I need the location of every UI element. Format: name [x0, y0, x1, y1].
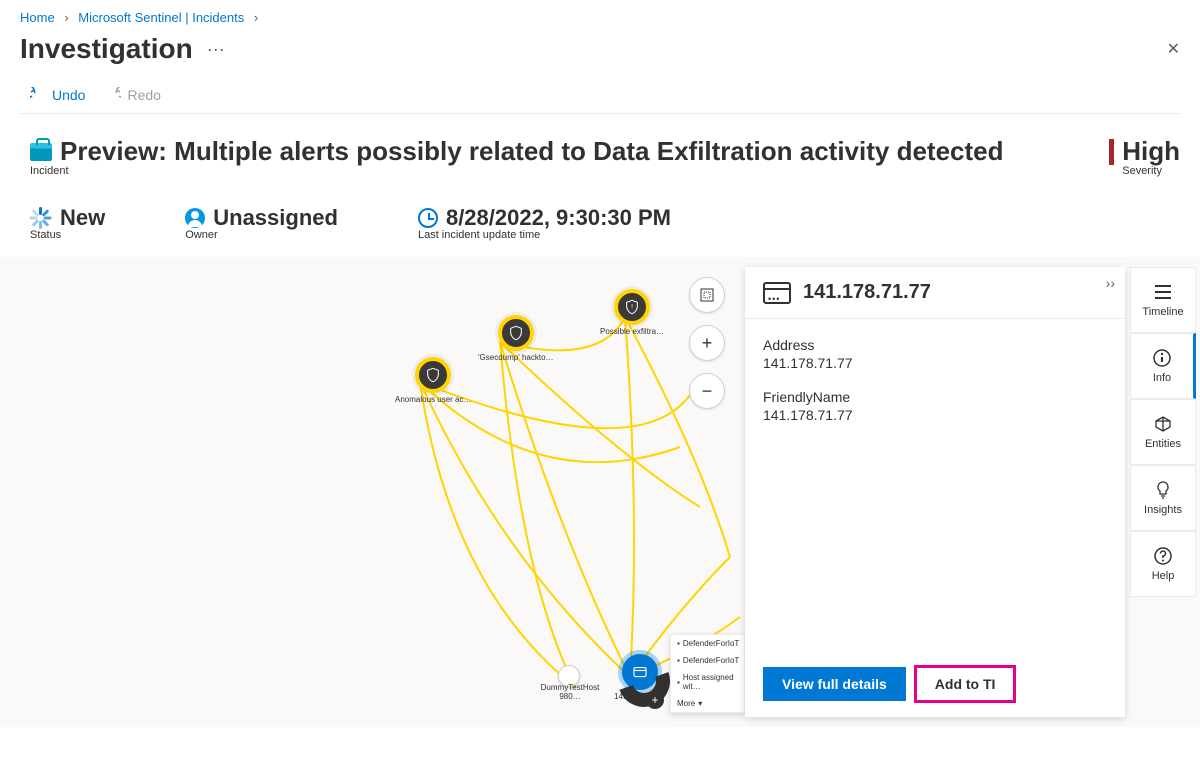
- ip-address-icon: [763, 282, 791, 304]
- zoom-in-button[interactable]: +: [689, 325, 725, 361]
- lightbulb-icon: [1153, 480, 1173, 500]
- context-menu-more[interactable]: More▾: [671, 695, 744, 712]
- context-menu-item[interactable]: ▪DefenderForIoT: [671, 652, 744, 669]
- field-value: 141.178.71.77: [763, 407, 1107, 423]
- severity-indicator: [1109, 139, 1114, 165]
- page-title: Investigation: [20, 33, 193, 65]
- tab-label: Help: [1152, 570, 1175, 582]
- tab-label: Info: [1153, 372, 1171, 384]
- redo-icon: [105, 87, 121, 103]
- node-label: 'Gsecdump' hackto…: [478, 353, 554, 362]
- severity-label: Severity: [1122, 165, 1180, 177]
- view-full-details-button[interactable]: View full details: [763, 667, 906, 701]
- entity-panel-title: 141.178.71.77: [803, 281, 931, 304]
- context-menu: ▪DefenderForIoT ▪DefenderForIoT ▪Host as…: [670, 634, 745, 713]
- field-label: Address: [763, 337, 1107, 353]
- expand-node-button[interactable]: +: [646, 691, 664, 709]
- undo-icon: [30, 87, 46, 103]
- node-label: Possible exfiltra…: [600, 327, 664, 336]
- undo-label: Undo: [52, 87, 85, 103]
- fit-view-button[interactable]: [689, 277, 725, 313]
- tab-label: Entities: [1145, 438, 1181, 450]
- owner-value: Unassigned: [213, 205, 338, 231]
- chevron-right-icon: ›: [254, 10, 258, 25]
- side-tabs: Timeline Info Entities Insights Help: [1130, 267, 1196, 597]
- chevron-right-icon: ›: [64, 10, 68, 25]
- graph-node-alert[interactable]: ! Possible exfiltra…: [600, 289, 664, 336]
- graph-node-alert[interactable]: Anomalous user ac…: [395, 357, 471, 404]
- undo-button[interactable]: Undo: [30, 87, 85, 103]
- help-icon: [1153, 546, 1173, 566]
- person-icon: [185, 208, 205, 228]
- zoom-out-button[interactable]: −: [689, 373, 725, 409]
- entities-icon: [1153, 414, 1173, 434]
- more-actions-button[interactable]: ···: [203, 39, 229, 60]
- breadcrumb-sentinel[interactable]: Microsoft Sentinel | Incidents: [78, 10, 244, 25]
- status-label: Status: [30, 229, 105, 241]
- tab-insights[interactable]: Insights: [1130, 465, 1196, 531]
- briefcase-icon: [30, 143, 52, 161]
- investigation-graph[interactable]: Anomalous user ac… 'Gsecdump' hackto… ! …: [0, 257, 1200, 727]
- incident-title: Preview: Multiple alerts possibly relate…: [60, 136, 1004, 167]
- tab-entities[interactable]: Entities: [1130, 399, 1196, 465]
- clock-icon: [418, 208, 438, 228]
- tab-label: Timeline: [1142, 306, 1183, 318]
- collapse-panel-button[interactable]: ››: [1106, 275, 1115, 291]
- graph-node-alert[interactable]: 'Gsecdump' hackto…: [478, 315, 554, 362]
- status-icon: [30, 207, 52, 229]
- field-label: FriendlyName: [763, 389, 1107, 405]
- tab-info[interactable]: Info: [1130, 333, 1196, 399]
- node-label: DummyTestHost 980…: [540, 683, 600, 701]
- context-menu-item[interactable]: ▪DefenderForIoT: [671, 635, 744, 652]
- timeline-icon: [1153, 282, 1173, 302]
- breadcrumb: Home › Microsoft Sentinel | Incidents ›: [0, 0, 1200, 25]
- redo-button[interactable]: Redo: [105, 87, 160, 103]
- breadcrumb-home[interactable]: Home: [20, 10, 55, 25]
- tab-label: Insights: [1144, 504, 1182, 516]
- status-value: New: [60, 205, 105, 231]
- owner-label: Owner: [185, 229, 338, 241]
- incident-sublabel: Incident: [30, 165, 1004, 177]
- severity-value: High: [1122, 136, 1180, 167]
- node-label: Anomalous user ac…: [395, 395, 471, 404]
- entity-details-panel: 141.178.71.77 ›› Address 141.178.71.77 F…: [745, 267, 1125, 717]
- field-value: 141.178.71.77: [763, 355, 1107, 371]
- tab-help[interactable]: Help: [1130, 531, 1196, 597]
- add-to-ti-button[interactable]: Add to TI: [916, 667, 1015, 701]
- tab-timeline[interactable]: Timeline: [1130, 267, 1196, 333]
- svg-text:!: !: [631, 303, 633, 310]
- info-icon: [1152, 348, 1172, 368]
- context-menu-item[interactable]: ▪Host assigned wit…: [671, 669, 744, 695]
- update-time-value: 8/28/2022, 9:30:30 PM: [446, 205, 671, 231]
- update-time-label: Last incident update time: [418, 229, 671, 241]
- close-button[interactable]: ✕: [1167, 39, 1180, 59]
- redo-label: Redo: [127, 87, 160, 103]
